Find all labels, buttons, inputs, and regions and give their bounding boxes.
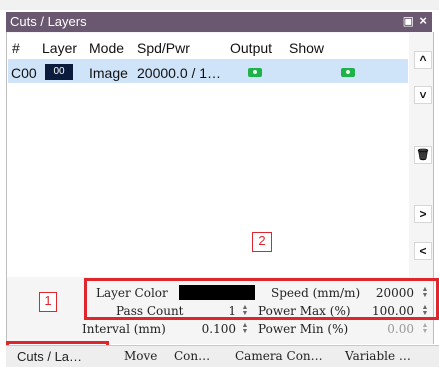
tab-camera-control[interactable]: Camera Con… <box>235 349 323 363</box>
power-min-spinner-icon[interactable]: ▲ ▼ <box>421 322 429 335</box>
float-panel-icon[interactable]: ▣ <box>403 14 414 28</box>
delete-layer-button[interactable]: 🗑 <box>414 146 432 164</box>
expand-button[interactable]: > <box>414 205 432 223</box>
chevron-down-icon: ˅ <box>419 88 427 102</box>
tab-console[interactable]: Con… <box>174 349 210 363</box>
row-id: C00 <box>11 65 37 81</box>
interval-input[interactable]: 0.100 <box>188 322 236 336</box>
column-header-spd-pwr[interactable]: Spd/Pwr <box>137 40 190 56</box>
chevron-up-icon: ^ <box>419 53 427 67</box>
highlight-box-settings <box>84 278 439 320</box>
annotation-marker-1: 1 <box>39 292 57 312</box>
column-header-layer[interactable]: Layer <box>42 40 77 56</box>
column-header-output[interactable]: Output <box>230 40 272 56</box>
move-down-button[interactable]: ˅ <box>414 86 432 104</box>
annotation-marker-2: 2 <box>252 232 272 252</box>
interval-label: Interval (mm) <box>82 322 166 336</box>
power-min-label: Power Min (%) <box>258 322 349 336</box>
output-toggle-icon[interactable] <box>248 68 262 77</box>
cuts-layers-titlebar[interactable]: Cuts / Layers ▣ × <box>6 12 432 32</box>
column-header-number[interactable]: # <box>12 40 20 56</box>
collapse-button[interactable]: < <box>414 242 432 260</box>
chevron-left-icon: < <box>419 244 427 258</box>
chevron-right-icon: > <box>419 207 427 221</box>
close-icon[interactable]: × <box>419 13 427 28</box>
tab-move[interactable]: Move <box>124 349 157 363</box>
column-header-show[interactable]: Show <box>289 40 324 56</box>
power-min-input[interactable]: 0.00 <box>370 322 414 336</box>
window-title: Cuts / Layers <box>10 14 87 29</box>
interval-spinner-icon[interactable]: ▲ ▼ <box>241 322 249 335</box>
row-mode[interactable]: Image <box>89 65 128 81</box>
row-spd-pwr: 20000.0 / 1… <box>137 65 222 81</box>
move-up-button[interactable]: ^ <box>414 51 432 69</box>
background-window-strip <box>0 0 439 10</box>
column-header-mode[interactable]: Mode <box>89 40 124 56</box>
tab-variable-text[interactable]: Variable … <box>345 349 411 363</box>
layer-color-swatch[interactable]: 00 <box>45 64 73 80</box>
show-toggle-icon[interactable] <box>341 68 355 77</box>
trash-icon: 🗑 <box>416 149 430 161</box>
tab-cuts-layers[interactable]: Cuts / La… <box>17 349 82 364</box>
